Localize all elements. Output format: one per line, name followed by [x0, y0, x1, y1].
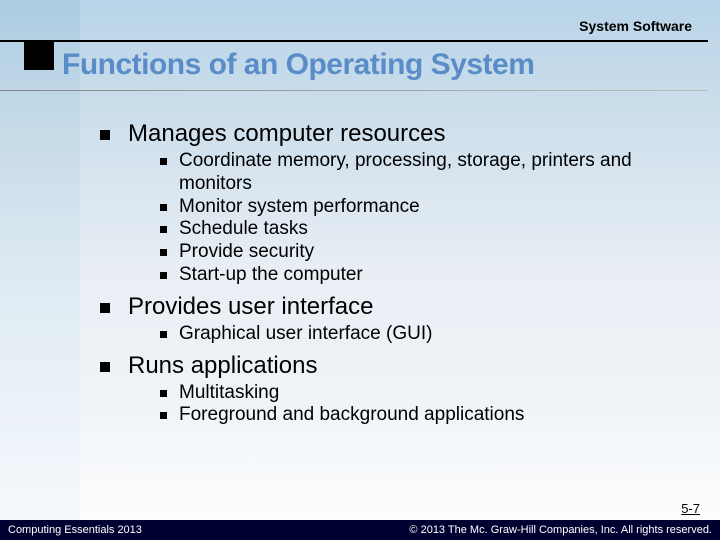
bullet-main: Manages computer resources: [100, 120, 690, 148]
bullet-main: Provides user interface: [100, 293, 690, 321]
footer-bar: Computing Essentials 2013 © 2013 The Mc.…: [0, 520, 720, 540]
square-bullet-icon: [160, 158, 167, 165]
bullet-sub: Multitasking: [160, 382, 690, 405]
title-rule: [0, 90, 708, 91]
bullet-text: Manages computer resources: [128, 120, 445, 148]
title-accent: [24, 40, 54, 70]
sub-text: Foreground and background applications: [179, 404, 524, 427]
bullet-sub: Start-up the computer: [160, 264, 690, 287]
sub-text: Start-up the computer: [179, 264, 363, 287]
square-bullet-icon: [100, 130, 110, 140]
sub-text: Schedule tasks: [179, 218, 308, 241]
sub-text: Coordinate memory, processing, storage, …: [179, 150, 690, 196]
square-bullet-icon: [160, 331, 167, 338]
square-bullet-icon: [160, 272, 167, 279]
bullet-sub: Graphical user interface (GUI): [160, 323, 690, 346]
footer-left: Computing Essentials 2013: [8, 524, 142, 536]
chapter-label: System Software: [579, 18, 692, 34]
sub-list: Multitasking Foreground and background a…: [160, 382, 690, 428]
sub-text: Provide security: [179, 241, 314, 264]
bullet-sub: Provide security: [160, 241, 690, 264]
footer-right: © 2013 The Mc. Graw-Hill Companies, Inc.…: [409, 524, 712, 536]
bullet-main: Runs applications: [100, 352, 690, 380]
bullet-sub: Schedule tasks: [160, 218, 690, 241]
square-bullet-icon: [160, 412, 167, 419]
sub-list: Coordinate memory, processing, storage, …: [160, 150, 690, 287]
sub-text: Multitasking: [179, 382, 279, 405]
sub-text: Graphical user interface (GUI): [179, 323, 432, 346]
bullet-sub: Foreground and background applications: [160, 404, 690, 427]
square-bullet-icon: [100, 303, 110, 313]
sub-text: Monitor system performance: [179, 196, 420, 219]
sub-list: Graphical user interface (GUI): [160, 323, 690, 346]
bullet-sub: Coordinate memory, processing, storage, …: [160, 150, 690, 196]
top-rule: [0, 40, 708, 42]
square-bullet-icon: [100, 362, 110, 372]
square-bullet-icon: [160, 390, 167, 397]
bullet-text: Runs applications: [128, 352, 317, 380]
bullet-sub: Monitor system performance: [160, 196, 690, 219]
square-bullet-icon: [160, 249, 167, 256]
square-bullet-icon: [160, 226, 167, 233]
bullet-text: Provides user interface: [128, 293, 373, 321]
square-bullet-icon: [160, 204, 167, 211]
slide-title: Functions of an Operating System: [62, 48, 534, 82]
content-area: Manages computer resources Coordinate me…: [100, 120, 690, 433]
page-number: 5-7: [681, 501, 700, 516]
